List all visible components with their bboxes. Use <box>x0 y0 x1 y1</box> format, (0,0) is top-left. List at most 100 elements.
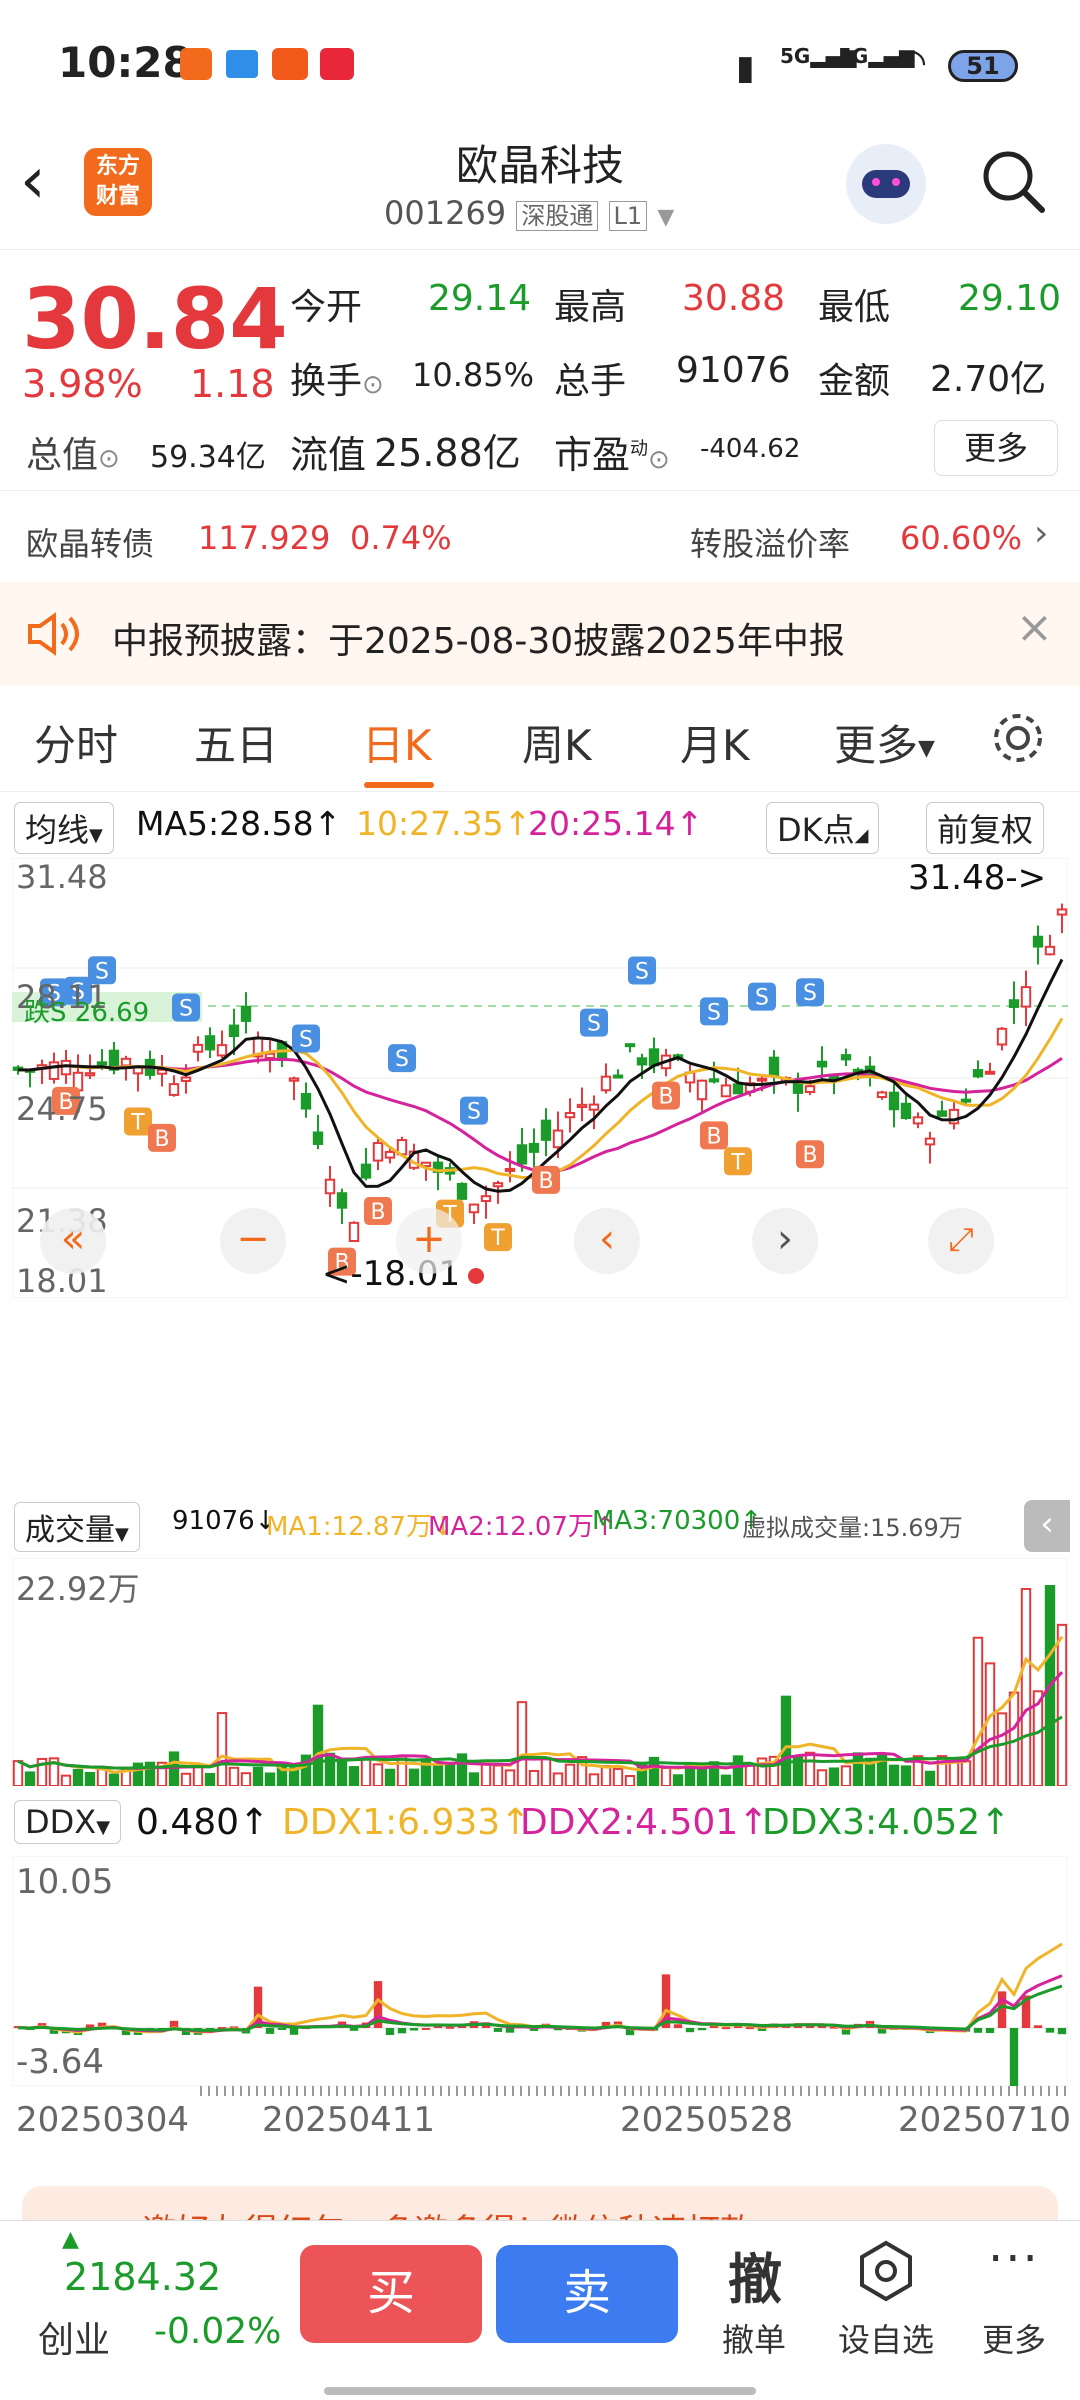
premium-value: 60.60% <box>900 519 1023 557</box>
kline-chart[interactable]: SSSSBBBTBSSSBSSSSSBBBTTT <box>12 858 1068 1298</box>
pe-label[interactable]: 市盈动⊙ <box>554 424 670 479</box>
close-icon[interactable]: × <box>1016 602 1053 653</box>
tab-weekly-k[interactable]: 周K <box>522 712 592 773</box>
volume-bar <box>600 1765 612 1786</box>
candle <box>720 1084 732 1098</box>
volume-ma3: MA3:70300↑ <box>592 1506 763 1536</box>
index-percent[interactable]: -0.02% <box>154 2311 281 2352</box>
candle <box>540 1119 552 1141</box>
adjust-select[interactable]: 前复权 <box>926 802 1045 854</box>
cancel-order-icon[interactable]: 撤 <box>728 2235 782 2314</box>
step-left-button[interactable]: ‹ <box>574 1208 640 1274</box>
zoom-in-button[interactable]: + <box>396 1208 462 1274</box>
svg-text:S: S <box>635 959 649 984</box>
market-cap-label[interactable]: 总值⊙ <box>26 426 120 478</box>
candle <box>240 1005 252 1022</box>
tab-intraday[interactable]: 分时 <box>34 712 118 773</box>
index-name[interactable]: 创业 <box>38 2311 110 2363</box>
candle <box>972 1069 984 1078</box>
more-label[interactable]: 更多 <box>982 2315 1046 2361</box>
candle <box>156 1068 168 1075</box>
convertible-bond-row[interactable]: 欧晶转债 117.929 0.74% 转股溢价率 60.60% › <box>0 490 1080 582</box>
ddx-bar <box>409 2028 419 2031</box>
volume-select[interactable]: 成交量▼ <box>14 1502 140 1552</box>
info-icon[interactable]: ⊙ <box>98 444 120 474</box>
ma20-value: 20:25.14↑ <box>528 804 704 843</box>
settings-gear-icon[interactable] <box>988 708 1048 768</box>
volume-bar <box>408 1768 420 1786</box>
volume-bar <box>984 1662 996 1786</box>
svg-text:B: B <box>706 1124 721 1149</box>
info-icon[interactable]: ⊙ <box>648 445 670 475</box>
ddx-select[interactable]: DDX▼ <box>14 1800 122 1844</box>
candle <box>696 1079 708 1101</box>
amount-label: 金额 <box>818 361 891 402</box>
cancel-order-label[interactable]: 撤单 <box>722 2315 786 2361</box>
chevron-down-icon[interactable]: ▼ <box>657 205 674 230</box>
tab-monthly-k[interactable]: 月K <box>680 712 750 773</box>
volume-bar <box>732 1755 744 1786</box>
market-tag: 深股通 <box>516 201 599 231</box>
robot-assistant-avatar[interactable] <box>846 144 926 224</box>
float-cap-label: 流值 <box>290 433 367 477</box>
svg-text:S: S <box>707 1000 721 1025</box>
premium-label: 转股溢价率 <box>690 525 851 563</box>
trade-marker: T <box>124 1107 152 1136</box>
kline-chart-area[interactable]: 均线▼ MA5:28.58↑ 10:27.35↑ 20:25.14↑ DK点◢ … <box>0 792 1080 2172</box>
ddx-bar <box>1033 2025 1043 2028</box>
fullscreen-icon[interactable]: ⤢ <box>928 1208 994 1274</box>
volume-bar <box>504 1769 516 1786</box>
svg-text:B: B <box>370 1200 385 1225</box>
volume-bar <box>612 1767 624 1786</box>
candle <box>192 1043 204 1053</box>
stop-label: 跌S 26.69 <box>24 998 150 1028</box>
rewind-button[interactable]: « <box>40 1208 106 1274</box>
ddx-bar <box>421 2027 431 2030</box>
add-watchlist-icon[interactable] <box>856 2239 916 2303</box>
step-right-button[interactable]: › <box>752 1208 818 1274</box>
more-dots-icon[interactable]: ··· <box>988 2231 1040 2287</box>
info-icon[interactable]: ⊙ <box>362 370 384 400</box>
search-icon[interactable] <box>978 146 1050 218</box>
trade-marker: B <box>700 1121 728 1150</box>
tab-daily-k[interactable]: 日K <box>362 712 432 773</box>
volume-bar <box>24 1771 36 1786</box>
collapse-left-icon[interactable]: ‹ <box>1024 1500 1070 1552</box>
candle <box>996 1027 1008 1046</box>
low-label: 最低 <box>818 287 891 328</box>
dk-point-toggle[interactable]: DK点◢ <box>766 802 880 854</box>
volume-bar <box>552 1772 564 1786</box>
pe-value: -404.62 <box>700 434 801 464</box>
volume-label: 总手 <box>554 361 627 402</box>
candle <box>984 1070 996 1075</box>
sell-button[interactable]: 卖 <box>496 2245 678 2343</box>
candle <box>60 1059 72 1076</box>
current-price: 30.84 <box>22 270 288 368</box>
candle <box>792 1083 804 1094</box>
bottom-toolbar: ▲ 2184.32 创业 -0.02% 买 卖 撤 撤单 设自选 ··· 更多 <box>0 2220 1080 2400</box>
tab-five-day[interactable]: 五日 <box>194 712 278 773</box>
candle <box>288 1077 300 1082</box>
candle <box>804 1085 816 1093</box>
chevron-right-icon[interactable]: › <box>1034 513 1048 554</box>
candle <box>552 1129 564 1149</box>
high-value: 30.88 <box>682 278 786 319</box>
more-quote-button[interactable]: 更多 <box>934 420 1058 476</box>
zoom-out-button[interactable]: − <box>220 1208 286 1274</box>
turnover-label[interactable]: 换手⊙ <box>290 352 384 404</box>
candle <box>1032 935 1044 948</box>
candle <box>708 1078 720 1083</box>
ma-select[interactable]: 均线▼ <box>14 802 114 854</box>
add-watchlist-label[interactable]: 设自选 <box>838 2315 934 2361</box>
volume-bar <box>360 1756 372 1786</box>
notice-bar[interactable]: 中报预披露：于2025-08-30披露2025年中报 × <box>0 582 1080 686</box>
ddx-chart <box>12 1856 1068 2086</box>
buy-button[interactable]: 买 <box>300 2245 482 2343</box>
trade-marker: S <box>580 1008 608 1037</box>
svg-text:B: B <box>802 1143 817 1168</box>
bond-percent: 0.74% <box>350 519 452 557</box>
low-value: 29.10 <box>958 278 1062 319</box>
tab-more[interactable]: 更多▼ <box>834 712 935 773</box>
index-value[interactable]: 2184.32 <box>64 2255 221 2299</box>
period-tabs: 分时 五日 日K 周K 月K 更多▼ <box>0 686 1080 792</box>
